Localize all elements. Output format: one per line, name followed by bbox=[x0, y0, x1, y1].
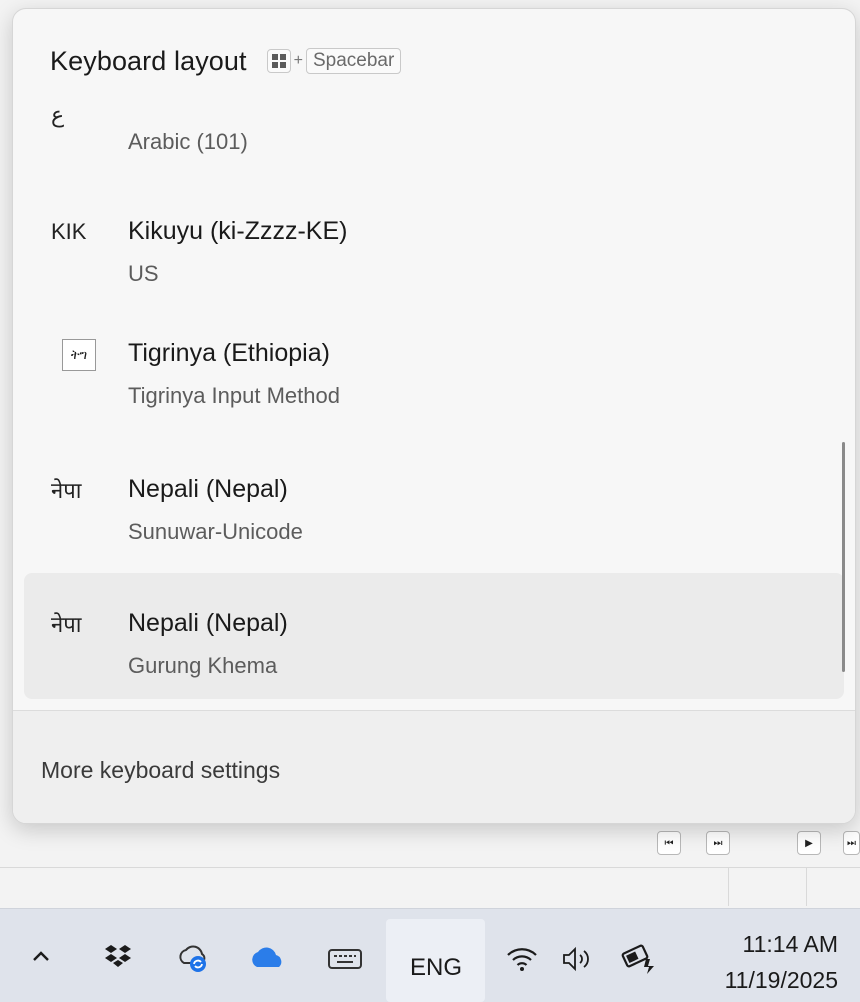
language-list: ع Arabic (101) KIK Kikuyu (ki-Zzzz-KE) U… bbox=[13, 99, 855, 703]
language-item-nepali-gurung[interactable]: नेपा Nepali (Nepal) Gurung Khema bbox=[24, 573, 844, 699]
language-layout: Gurung Khema bbox=[128, 653, 278, 678]
language-abbr: नेपा bbox=[51, 613, 82, 638]
cloud-sync-icon[interactable] bbox=[176, 943, 210, 973]
language-name: Nepali (Nepal) bbox=[128, 475, 288, 503]
taskbar: ENG 11:14 AM 11/19/2025 bbox=[0, 908, 860, 1002]
spacebar-key: Spacebar bbox=[305, 48, 402, 74]
play-button[interactable]: ▶ bbox=[797, 831, 821, 855]
language-name: Kikuyu (ki-Zzzz-KE) bbox=[128, 217, 348, 245]
shortcut-plus: + bbox=[293, 52, 303, 69]
clock-time[interactable]: 11:14 AM bbox=[720, 931, 838, 958]
language-layout: Sunuwar-Unicode bbox=[128, 519, 303, 544]
language-item-tigrinya[interactable]: ትግ Tigrinya (Ethiopia) Tigrinya Input Me… bbox=[13, 319, 855, 429]
flyout-scrollbar[interactable] bbox=[842, 442, 845, 672]
flyout-footer: More keyboard settings bbox=[13, 711, 855, 823]
language-abbr: नेपा bbox=[51, 479, 82, 504]
windows-key-icon bbox=[266, 49, 291, 73]
chevron-up-icon[interactable] bbox=[31, 949, 51, 963]
onedrive-icon[interactable] bbox=[248, 947, 288, 969]
previous-frame-button[interactable]: ⏮ bbox=[657, 831, 681, 855]
more-keyboard-settings-link[interactable]: More keyboard settings bbox=[41, 757, 280, 784]
language-abbr: KIK bbox=[51, 219, 87, 244]
dropbox-icon[interactable] bbox=[103, 943, 133, 969]
language-abbr: ع bbox=[51, 103, 65, 128]
language-layout: Arabic (101) bbox=[128, 129, 248, 154]
language-name: Nepali (Nepal) bbox=[128, 609, 288, 637]
tigrinya-ime-icon: ትግ bbox=[62, 339, 96, 371]
language-item-arabic[interactable]: ع Arabic (101) bbox=[13, 99, 855, 179]
flyout-header: Keyboard layout + Spacebar bbox=[50, 43, 402, 79]
clock-date[interactable]: 11/19/2025 bbox=[695, 967, 838, 994]
wifi-icon[interactable] bbox=[505, 945, 539, 973]
next-frame-button[interactable]: ⏭ bbox=[706, 831, 730, 855]
touch-keyboard-icon[interactable] bbox=[327, 947, 363, 971]
flyout-title: Keyboard layout bbox=[50, 45, 247, 76]
background-cell-divider bbox=[806, 868, 807, 906]
language-item-nepali-sunuwar[interactable]: नेपा Nepali (Nepal) Sunuwar-Unicode bbox=[13, 455, 855, 565]
language-item-kikuyu[interactable]: KIK Kikuyu (ki-Zzzz-KE) US bbox=[13, 195, 855, 305]
keyboard-layout-flyout: Keyboard layout + Spacebar ع Arabic (101… bbox=[12, 8, 856, 824]
language-name: Tigrinya (Ethiopia) bbox=[128, 339, 330, 367]
language-layout: Tigrinya Input Method bbox=[128, 383, 340, 408]
volume-icon[interactable] bbox=[561, 945, 597, 973]
background-divider bbox=[0, 867, 860, 868]
language-abbr: ትግ bbox=[70, 347, 88, 363]
input-indicator-label: ENG bbox=[410, 954, 463, 981]
end-button[interactable]: ⏭ bbox=[843, 831, 860, 855]
language-layout: US bbox=[128, 261, 159, 286]
background-cell-divider bbox=[728, 868, 729, 906]
battery-icon[interactable] bbox=[620, 943, 660, 975]
